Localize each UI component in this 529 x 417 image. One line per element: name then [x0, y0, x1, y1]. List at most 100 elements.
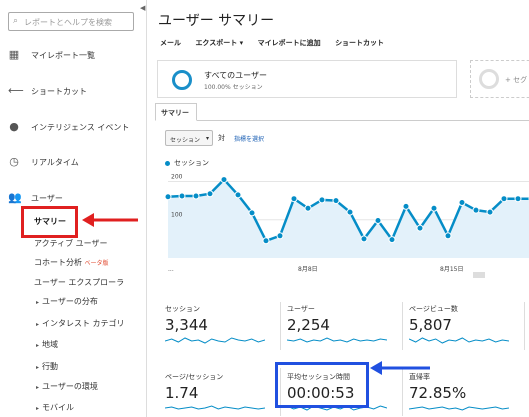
y-tick-label: 200 [171, 173, 183, 180]
sidebar-item-active-users[interactable]: アクティブ ユーザー [34, 238, 108, 249]
nav-intelligence[interactable]: ● インテリジェンス イベント [0, 118, 147, 138]
data-point[interactable] [416, 224, 424, 232]
data-point[interactable] [402, 202, 410, 210]
data-point[interactable] [374, 217, 382, 225]
sparkline-path [165, 337, 265, 344]
data-point[interactable] [430, 204, 438, 212]
metric-divider [524, 302, 525, 350]
sidebar-item-interests[interactable]: ▸ インタレスト カテゴリ [36, 318, 125, 329]
data-point[interactable] [178, 192, 186, 200]
sparkline-path [409, 406, 509, 411]
data-point[interactable] [304, 204, 312, 212]
avg-duration-highlight-box [275, 362, 369, 408]
area-fill [168, 179, 529, 258]
data-point[interactable] [332, 197, 340, 205]
nav-my-reports[interactable]: ▦ マイレポート一覧 [0, 46, 147, 66]
metric-label: ページビュー数 [409, 305, 458, 313]
data-point[interactable] [206, 190, 214, 198]
metric-label: セッション [165, 305, 200, 313]
y-tick-label: 100 [171, 212, 183, 219]
caret-right-icon: ▸ [36, 384, 40, 391]
sidebar-item-technology[interactable]: ▸ ユーザーの環境 [36, 381, 98, 392]
segment-all-users[interactable]: すべてのユーザー 100.00% セッション [157, 60, 457, 98]
caret-right-icon: ▸ [36, 405, 40, 412]
data-point[interactable] [164, 193, 172, 201]
main-content: ユーザー サマリー メール エクスポート ▾ マイレポートに追加 ショートカット… [150, 0, 529, 417]
metric-value: 1.74 [165, 384, 199, 402]
data-point[interactable] [388, 236, 396, 244]
collapse-sidebar-icon[interactable]: ◀ [140, 4, 148, 16]
sparkline-path [165, 405, 265, 410]
data-point[interactable] [346, 208, 354, 216]
data-point[interactable] [192, 192, 200, 200]
sidebar-item-behavior[interactable]: ▸ 行動 [36, 361, 58, 372]
legend-label: セッション [174, 159, 209, 167]
sidebar-item-label: モバイル [42, 403, 75, 412]
metric-label: ユーザー [287, 305, 315, 313]
x-tick-label: 8月15日 [440, 266, 463, 273]
data-point[interactable] [472, 206, 480, 214]
segment-name: すべてのユーザー [204, 71, 267, 80]
data-point[interactable] [486, 208, 494, 216]
metric-pageviews: ページビュー数 5,807 [409, 304, 519, 344]
sidebar-item-label: コホート分析 [34, 258, 82, 267]
beta-badge: ベータ版 [84, 260, 109, 267]
metric-bounce-rate: 直帰率 72.85% [409, 372, 519, 412]
metric-value: 3,344 [165, 316, 208, 334]
metric-label: ページ/セッション [165, 373, 224, 381]
add-to-dashboard-button[interactable]: マイレポートに追加 [258, 39, 321, 47]
sidebar-item-mobile[interactable]: ▸ モバイル [36, 402, 74, 413]
data-point[interactable] [234, 191, 242, 199]
search-icon: ⌕ [13, 16, 19, 26]
shortcut-button[interactable]: ショートカット [335, 39, 384, 47]
sidebar-item-user-explorer[interactable]: ユーザー エクスプローラ [34, 277, 124, 288]
metric-select-value: セッション [170, 137, 201, 144]
search-placeholder: レポートとヘルプを検索 [24, 18, 112, 27]
nav-shortcuts[interactable]: ⟵ ショートカット [0, 82, 147, 102]
data-point[interactable] [360, 235, 368, 243]
email-button[interactable]: メール [160, 39, 181, 47]
data-point[interactable] [262, 237, 270, 245]
clock-icon: ◷ [9, 155, 19, 168]
export-button[interactable]: エクスポート ▾ [195, 39, 243, 47]
metric-divider [280, 302, 281, 350]
caret-right-icon: ▸ [36, 299, 40, 306]
data-point[interactable] [290, 195, 298, 203]
nav-realtime[interactable]: ◷ リアルタイム [0, 153, 147, 173]
toolbar: メール エクスポート ▾ マイレポートに追加 ショートカット [160, 38, 396, 48]
sparkline [409, 406, 509, 411]
vs-label: 対 [218, 134, 225, 142]
tab-divider [155, 120, 529, 121]
select-metric-link[interactable]: 指標を選択 [234, 134, 264, 143]
sidebar-item-demographics[interactable]: ▸ ユーザーの分布 [36, 296, 98, 307]
chart-scroll-handle[interactable] [473, 272, 485, 278]
metric-divider [402, 302, 403, 350]
data-point[interactable] [458, 199, 466, 207]
sessions-line-chart: 200 100... 8月8日 8月15日 [164, 173, 529, 278]
sparkline [287, 337, 387, 343]
data-point[interactable] [318, 196, 326, 204]
nav-label: リアルタイム [31, 158, 79, 167]
data-point[interactable] [276, 232, 284, 240]
summary-highlight-box [21, 206, 78, 238]
add-segment-button[interactable]: + セグ [470, 60, 529, 98]
data-point[interactable] [444, 232, 452, 240]
data-point[interactable] [500, 195, 508, 203]
sidebar-item-cohort[interactable]: コホート分析 ベータ版 [34, 257, 109, 268]
search-input[interactable]: ⌕ レポートとヘルプを検索 [8, 12, 134, 31]
metric-select[interactable]: セッション ▾ [165, 130, 213, 146]
tab-summary[interactable]: サマリー [155, 103, 197, 121]
data-point[interactable] [220, 176, 228, 184]
caret-right-icon: ▸ [36, 321, 40, 328]
data-point[interactable] [248, 209, 256, 217]
metric-value: 5,807 [409, 316, 452, 334]
sparkline-path [409, 337, 509, 344]
x-tick-label: 8月8日 [298, 266, 318, 273]
caret-right-icon: ▸ [36, 342, 40, 349]
metric-value: 2,254 [287, 316, 330, 334]
red-arrow-annotation [82, 213, 138, 227]
data-point[interactable] [514, 195, 522, 203]
sidebar-item-label: ユーザーの環境 [42, 382, 98, 391]
sidebar-item-geo[interactable]: ▸ 地域 [36, 339, 58, 350]
nav-label: ショートカット [31, 87, 87, 96]
